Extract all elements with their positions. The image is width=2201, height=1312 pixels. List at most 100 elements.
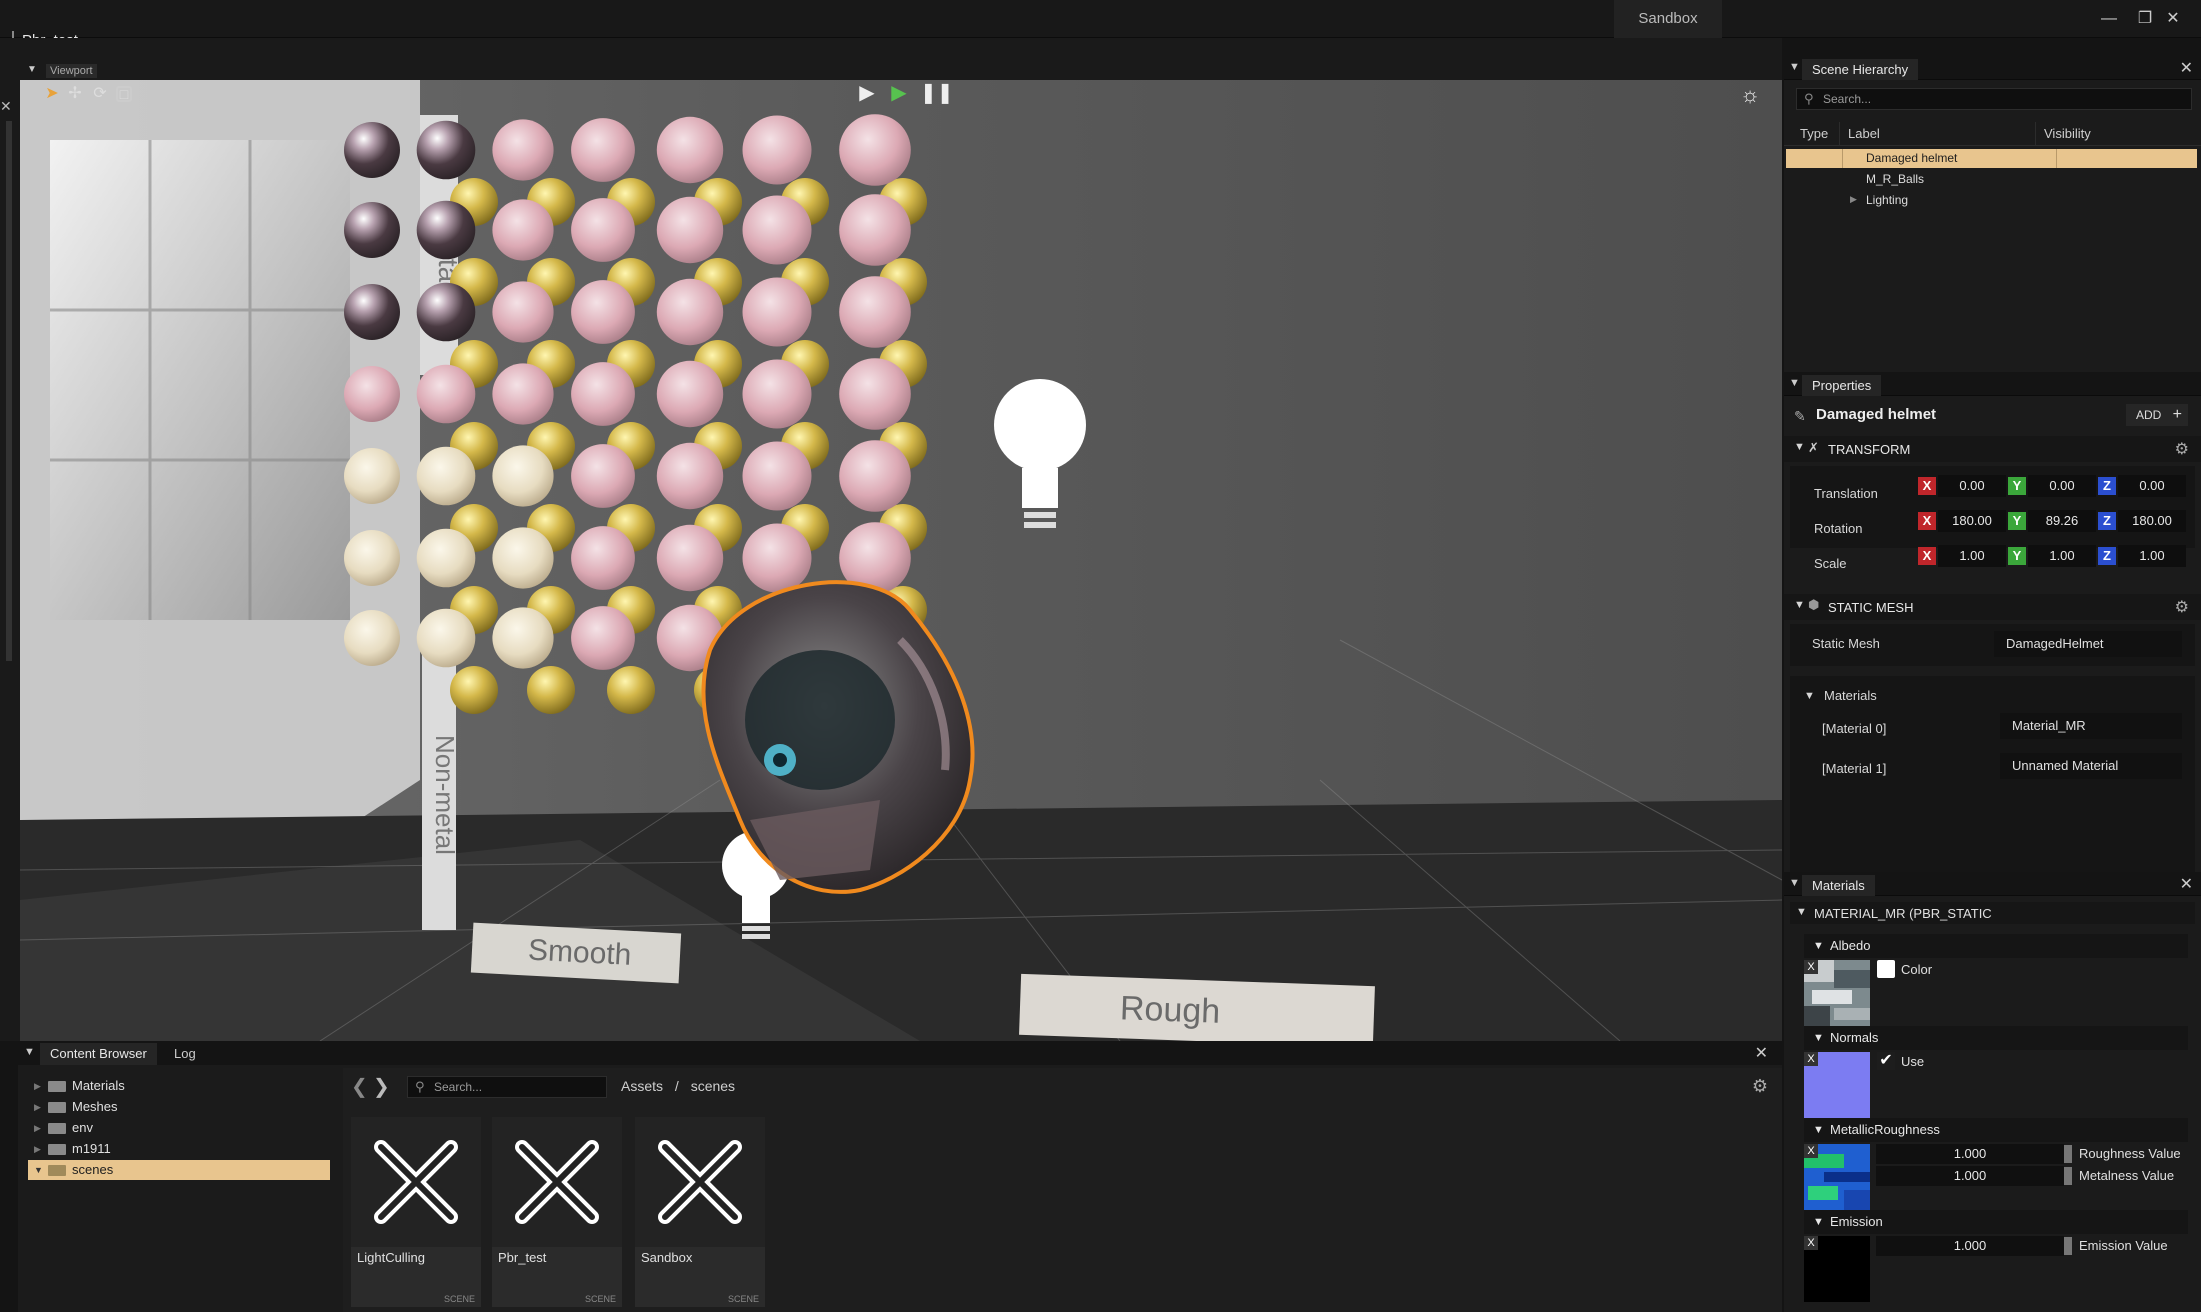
rotation-y-field[interactable]: 89.26 <box>2028 510 2096 532</box>
pause-icon[interactable]: ❚❚ <box>920 82 954 104</box>
tab-materials[interactable]: Materials <box>1802 875 1875 896</box>
material-title-bar[interactable]: ▼ MATERIAL_MR (PBR_STATIC <box>1790 902 2195 924</box>
simulate-icon[interactable]: ▶ <box>888 82 910 104</box>
axis-z-button[interactable]: Z <box>2098 512 2116 530</box>
viewport-collapse-icon[interactable]: ▼ <box>27 64 37 75</box>
use-normals-checkbox[interactable]: ✔ <box>1877 1052 1895 1070</box>
content-search-input[interactable]: ⚲ Search... <box>407 1076 607 1098</box>
close-icon[interactable]: ✕ <box>2180 874 2193 894</box>
scale-z-field[interactable]: 1.00 <box>2118 545 2186 567</box>
close-icon[interactable]: ✕ <box>1755 1043 1768 1063</box>
collapse-icon[interactable]: ▼ <box>1794 441 1805 453</box>
select-tool-icon[interactable]: ➤ <box>42 84 62 104</box>
column-label[interactable]: Label <box>1840 122 2036 146</box>
albedo-color-swatch[interactable] <box>1877 960 1895 978</box>
material-0-field[interactable]: Material_MR <box>2000 713 2182 739</box>
viewport[interactable]: Metal Non-metal Smooth Rough <box>0 38 1782 1041</box>
axis-z-button[interactable]: Z <box>2098 547 2116 565</box>
expand-arrow-icon[interactable]: ▶ <box>34 1118 41 1138</box>
tab-content-browser[interactable]: Content Browser <box>40 1043 157 1065</box>
tree-item-scenes[interactable]: ▼ scenes <box>28 1160 330 1180</box>
add-component-button[interactable]: ADD + <box>2126 404 2188 426</box>
slider-handle[interactable] <box>2064 1145 2072 1163</box>
tab-scene-hierarchy[interactable]: Scene Hierarchy <box>1802 59 1919 80</box>
tab-sandbox[interactable]: Sandbox <box>1614 0 1722 38</box>
collapse-icon[interactable]: ▼ <box>1813 1210 1824 1234</box>
material-1-field[interactable]: Unnamed Material <box>2000 753 2182 779</box>
close-icon[interactable]: ✕ <box>2180 58 2193 78</box>
translation-y-field[interactable]: 0.00 <box>2028 475 2096 497</box>
collapse-icon[interactable]: ▼ <box>1794 599 1805 611</box>
tree-item-meshes[interactable]: ▶ Meshes <box>28 1097 330 1117</box>
tree-item-m1911[interactable]: ▶ m1911 <box>28 1139 330 1159</box>
clear-texture-icon[interactable]: X <box>1804 1144 1818 1158</box>
gear-icon[interactable]: ⚙ <box>2175 439 2189 459</box>
expand-arrow-icon[interactable]: ▼ <box>34 1160 43 1180</box>
scale-tool-icon[interactable]: □ <box>116 86 132 102</box>
asset-card[interactable]: Sandbox SCENE <box>635 1117 765 1307</box>
tab-viewport[interactable]: Viewport <box>46 64 97 78</box>
collapse-icon[interactable]: ▼ <box>1813 934 1824 958</box>
viewport-scene[interactable]: Metal Non-metal Smooth Rough <box>20 80 1782 1041</box>
translation-z-field[interactable]: 0.00 <box>2118 475 2186 497</box>
entity-name[interactable]: Damaged helmet <box>1816 406 1936 423</box>
albedo-header[interactable]: ▼ Albedo <box>1804 934 2188 958</box>
clear-texture-icon[interactable]: X <box>1804 1052 1818 1066</box>
scale-x-field[interactable]: 1.00 <box>1938 545 2006 567</box>
gear-icon[interactable]: ⚙ <box>2175 597 2189 617</box>
axis-y-button[interactable]: Y <box>2008 512 2026 530</box>
hierarchy-search-input[interactable]: ⚲ Search... <box>1796 88 2192 110</box>
close-icon[interactable]: ✕ <box>2162 8 2184 30</box>
expand-arrow-icon[interactable]: ▶ <box>34 1139 41 1159</box>
asset-card[interactable]: LightCulling SCENE <box>351 1117 481 1307</box>
metalness-slider[interactable]: 1.000 <box>1876 1166 2064 1186</box>
expand-arrow-icon[interactable]: ▶ <box>34 1097 41 1117</box>
hierarchy-row-m-r-balls[interactable]: M_R_Balls <box>1786 170 2197 189</box>
viewport-close-icon[interactable]: ✕ <box>0 98 12 115</box>
static-mesh-header[interactable]: ▼ ⬢ STATIC MESH ⚙ <box>1784 594 2201 620</box>
play-icon[interactable]: ▶ <box>856 82 878 104</box>
static-mesh-field[interactable]: DamagedHelmet <box>1994 631 2182 657</box>
clear-texture-icon[interactable]: X <box>1804 1236 1818 1250</box>
maximize-icon[interactable]: ❐ <box>2134 8 2156 30</box>
axis-y-button[interactable]: Y <box>2008 547 2026 565</box>
axis-z-button[interactable]: Z <box>2098 477 2116 495</box>
collapse-icon[interactable]: ▼ <box>1813 1026 1824 1050</box>
clear-texture-icon[interactable]: X <box>1804 960 1818 974</box>
axis-x-button[interactable]: X <box>1918 512 1936 530</box>
transform-header[interactable]: ▼ ✗ TRANSFORM ⚙ <box>1784 436 2201 462</box>
rotate-tool-icon[interactable]: ⟳ <box>90 84 110 104</box>
collapse-icon[interactable]: ▼ <box>1789 877 1800 889</box>
minimize-icon[interactable]: — <box>2098 8 2120 30</box>
forward-icon[interactable]: ❯ <box>373 1074 390 1099</box>
column-type[interactable]: Type <box>1792 122 1840 146</box>
collapse-icon[interactable]: ▼ <box>1804 690 1815 702</box>
expand-arrow-icon[interactable]: ▶ <box>1850 194 1857 205</box>
move-tool-icon[interactable]: ✢ <box>65 84 85 104</box>
axis-x-button[interactable]: X <box>1918 477 1936 495</box>
scale-y-field[interactable]: 1.00 <box>2028 545 2096 567</box>
rotation-x-field[interactable]: 180.00 <box>1938 510 2006 532</box>
column-visibility[interactable]: Visibility <box>2036 122 2196 146</box>
metallic-roughness-header[interactable]: ▼ MetallicRoughness <box>1804 1118 2188 1142</box>
breadcrumb-current[interactable]: scenes <box>691 1078 735 1094</box>
hierarchy-row-damaged-helmet[interactable]: Damaged helmet <box>1786 149 2197 168</box>
viewport-scrollbar[interactable] <box>6 121 12 661</box>
asset-card[interactable]: Pbr_test SCENE <box>492 1117 622 1307</box>
translation-x-field[interactable]: 0.00 <box>1938 475 2006 497</box>
back-icon[interactable]: ❮ <box>351 1074 368 1099</box>
collapse-icon[interactable]: ▼ <box>24 1046 35 1058</box>
roughness-slider[interactable]: 1.000 <box>1876 1144 2064 1164</box>
tree-item-materials[interactable]: ▶ Materials <box>28 1076 330 1096</box>
axis-y-button[interactable]: Y <box>2008 477 2026 495</box>
axis-x-button[interactable]: X <box>1918 547 1936 565</box>
slider-handle[interactable] <box>2064 1167 2072 1185</box>
collapse-icon[interactable]: ▼ <box>1796 906 1807 918</box>
normals-header[interactable]: ▼ Normals <box>1804 1026 2188 1050</box>
tab-log[interactable]: Log <box>174 1046 196 1061</box>
collapse-icon[interactable]: ▼ <box>1789 377 1800 389</box>
slider-handle[interactable] <box>2064 1237 2072 1255</box>
rotation-z-field[interactable]: 180.00 <box>2118 510 2186 532</box>
expand-arrow-icon[interactable]: ▶ <box>34 1076 41 1096</box>
gear-icon[interactable]: ⚙ <box>1752 1076 1768 1097</box>
